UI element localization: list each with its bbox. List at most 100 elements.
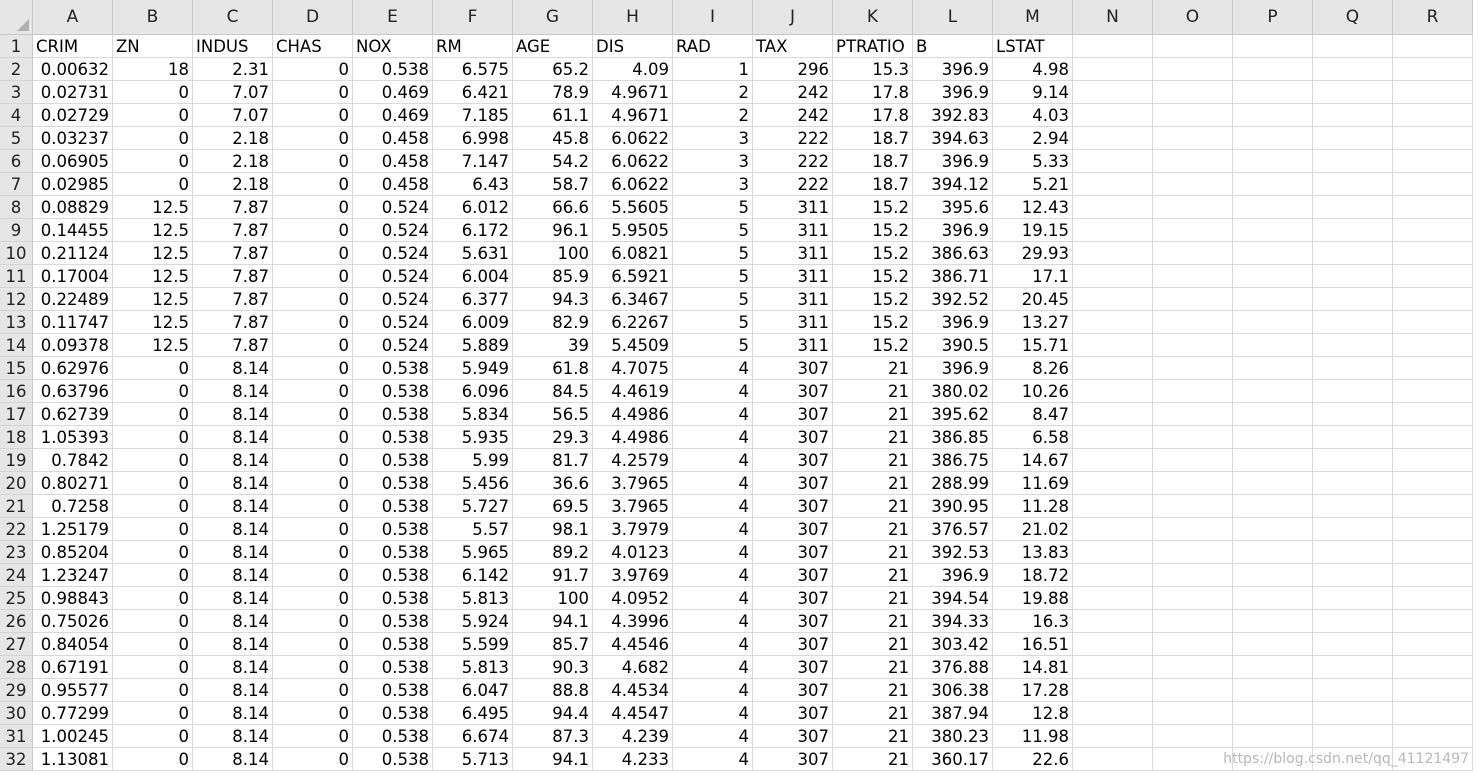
cell-o8[interactable]	[1153, 196, 1233, 219]
cell-d27[interactable]: 0	[273, 633, 353, 656]
cell-i1[interactable]: RAD	[673, 35, 753, 58]
cell-p22[interactable]	[1233, 518, 1313, 541]
cell-b14[interactable]: 12.5	[113, 334, 193, 357]
cell-n1[interactable]	[1073, 35, 1153, 58]
cell-n12[interactable]	[1073, 288, 1153, 311]
cell-l16[interactable]: 380.02	[913, 380, 993, 403]
cell-a32[interactable]: 1.13081	[33, 748, 113, 771]
cell-l6[interactable]: 396.9	[913, 150, 993, 173]
cell-l18[interactable]: 386.85	[913, 426, 993, 449]
cell-q23[interactable]	[1313, 541, 1393, 564]
cell-r29[interactable]	[1393, 679, 1473, 702]
cell-r23[interactable]	[1393, 541, 1473, 564]
cell-b4[interactable]: 0	[113, 104, 193, 127]
cell-a13[interactable]: 0.11747	[33, 311, 113, 334]
row-header[interactable]: 25	[0, 587, 33, 610]
cell-j12[interactable]: 311	[753, 288, 833, 311]
cell-q17[interactable]	[1313, 403, 1393, 426]
cell-q19[interactable]	[1313, 449, 1393, 472]
cell-r14[interactable]	[1393, 334, 1473, 357]
cell-j13[interactable]: 311	[753, 311, 833, 334]
cell-n24[interactable]	[1073, 564, 1153, 587]
cell-f26[interactable]: 5.924	[433, 610, 513, 633]
cell-d24[interactable]: 0	[273, 564, 353, 587]
row-header[interactable]: 4	[0, 104, 33, 127]
cell-g1[interactable]: AGE	[513, 35, 593, 58]
cell-p18[interactable]	[1233, 426, 1313, 449]
cell-l1[interactable]: B	[913, 35, 993, 58]
cell-n13[interactable]	[1073, 311, 1153, 334]
cell-f31[interactable]: 6.674	[433, 725, 513, 748]
cell-f14[interactable]: 5.889	[433, 334, 513, 357]
cell-l13[interactable]: 396.9	[913, 311, 993, 334]
cell-d3[interactable]: 0	[273, 81, 353, 104]
cell-q1[interactable]	[1313, 35, 1393, 58]
cell-b27[interactable]: 0	[113, 633, 193, 656]
cell-m20[interactable]: 11.69	[993, 472, 1073, 495]
cell-g10[interactable]: 100	[513, 242, 593, 265]
cell-p29[interactable]	[1233, 679, 1313, 702]
cell-m6[interactable]: 5.33	[993, 150, 1073, 173]
cell-c22[interactable]: 8.14	[193, 518, 273, 541]
column-header-r[interactable]: R	[1393, 0, 1473, 35]
cell-a11[interactable]: 0.17004	[33, 265, 113, 288]
cell-a1[interactable]: CRIM	[33, 35, 113, 58]
cell-f28[interactable]: 5.813	[433, 656, 513, 679]
cell-g18[interactable]: 29.3	[513, 426, 593, 449]
cell-l30[interactable]: 387.94	[913, 702, 993, 725]
row-header[interactable]: 6	[0, 150, 33, 173]
cell-j18[interactable]: 307	[753, 426, 833, 449]
cell-o14[interactable]	[1153, 334, 1233, 357]
cell-r2[interactable]	[1393, 58, 1473, 81]
cell-n18[interactable]	[1073, 426, 1153, 449]
cell-c7[interactable]: 2.18	[193, 173, 273, 196]
cell-c16[interactable]: 8.14	[193, 380, 273, 403]
cell-q15[interactable]	[1313, 357, 1393, 380]
cell-l19[interactable]: 386.75	[913, 449, 993, 472]
row-header[interactable]: 16	[0, 380, 33, 403]
cell-q30[interactable]	[1313, 702, 1393, 725]
cell-a30[interactable]: 0.77299	[33, 702, 113, 725]
cell-g6[interactable]: 54.2	[513, 150, 593, 173]
cell-i9[interactable]: 5	[673, 219, 753, 242]
cell-a17[interactable]: 0.62739	[33, 403, 113, 426]
cell-o11[interactable]	[1153, 265, 1233, 288]
cell-g20[interactable]: 36.6	[513, 472, 593, 495]
cell-h7[interactable]: 6.0622	[593, 173, 673, 196]
cell-l12[interactable]: 392.52	[913, 288, 993, 311]
cell-d30[interactable]: 0	[273, 702, 353, 725]
cell-b15[interactable]: 0	[113, 357, 193, 380]
column-header-g[interactable]: G	[513, 0, 593, 35]
cell-p24[interactable]	[1233, 564, 1313, 587]
cell-b18[interactable]: 0	[113, 426, 193, 449]
cell-n7[interactable]	[1073, 173, 1153, 196]
cell-i13[interactable]: 5	[673, 311, 753, 334]
cell-i19[interactable]: 4	[673, 449, 753, 472]
cell-o4[interactable]	[1153, 104, 1233, 127]
cell-d13[interactable]: 0	[273, 311, 353, 334]
cell-n9[interactable]	[1073, 219, 1153, 242]
cell-k32[interactable]: 21	[833, 748, 913, 771]
cell-r9[interactable]	[1393, 219, 1473, 242]
cell-b3[interactable]: 0	[113, 81, 193, 104]
row-header[interactable]: 17	[0, 403, 33, 426]
cell-e13[interactable]: 0.524	[353, 311, 433, 334]
cell-d31[interactable]: 0	[273, 725, 353, 748]
cell-q10[interactable]	[1313, 242, 1393, 265]
cell-n27[interactable]	[1073, 633, 1153, 656]
cell-d14[interactable]: 0	[273, 334, 353, 357]
cell-p12[interactable]	[1233, 288, 1313, 311]
cell-n30[interactable]	[1073, 702, 1153, 725]
column-header-h[interactable]: H	[593, 0, 673, 35]
cell-r25[interactable]	[1393, 587, 1473, 610]
cell-m26[interactable]: 16.3	[993, 610, 1073, 633]
cell-m1[interactable]: LSTAT	[993, 35, 1073, 58]
cell-b31[interactable]: 0	[113, 725, 193, 748]
cell-m28[interactable]: 14.81	[993, 656, 1073, 679]
cell-e5[interactable]: 0.458	[353, 127, 433, 150]
cell-m19[interactable]: 14.67	[993, 449, 1073, 472]
cell-b25[interactable]: 0	[113, 587, 193, 610]
cell-e20[interactable]: 0.538	[353, 472, 433, 495]
cell-h8[interactable]: 5.5605	[593, 196, 673, 219]
cell-c27[interactable]: 8.14	[193, 633, 273, 656]
